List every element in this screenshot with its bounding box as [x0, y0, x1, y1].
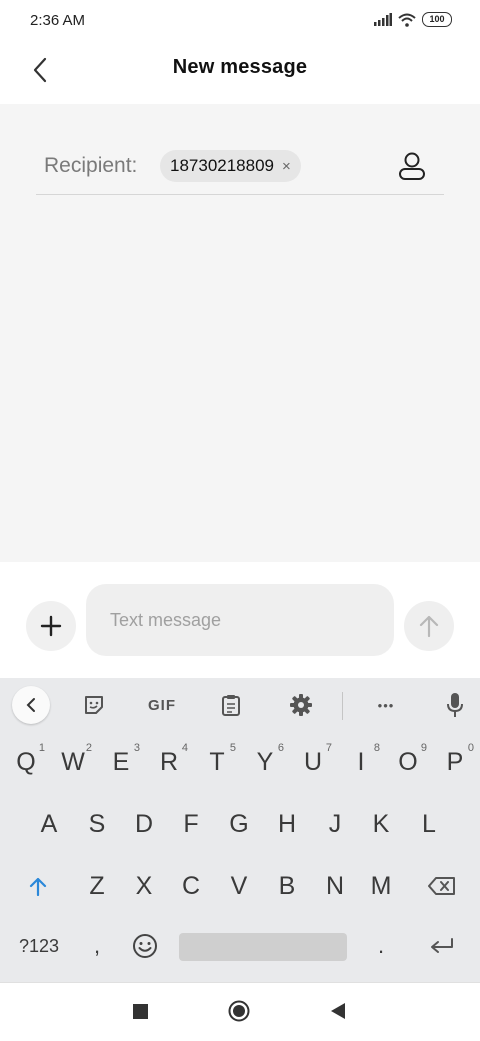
person-icon: [399, 152, 425, 180]
send-button[interactable]: [404, 601, 454, 651]
message-input[interactable]: [86, 584, 394, 656]
key-p[interactable]: P0: [432, 738, 478, 786]
emoji-icon: [133, 934, 157, 958]
key-y[interactable]: Y6: [242, 738, 288, 786]
recipient-chip-number: 18730218809: [170, 156, 275, 175]
key-v[interactable]: V: [216, 862, 262, 910]
signal-icon: [374, 13, 392, 26]
chip-remove-icon[interactable]: ×: [282, 158, 291, 175]
key-o[interactable]: O9: [385, 738, 431, 786]
key-h[interactable]: H: [264, 800, 310, 848]
sticker-button[interactable]: [74, 686, 114, 724]
clipboard-button[interactable]: [211, 686, 251, 724]
key-d[interactable]: D: [121, 800, 167, 848]
space-key[interactable]: [179, 933, 347, 961]
nav-back-button[interactable]: [330, 1002, 346, 1020]
key-b[interactable]: B: [264, 862, 310, 910]
shift-key[interactable]: [14, 862, 62, 910]
key-z[interactable]: Z: [74, 862, 120, 910]
shift-arrow-icon: [29, 877, 47, 896]
emoji-key[interactable]: [122, 922, 168, 970]
plus-icon: [40, 615, 62, 637]
key-s[interactable]: S: [74, 800, 120, 848]
battery-indicator: 100: [422, 12, 452, 27]
recents-button[interactable]: [133, 1004, 148, 1019]
enter-key[interactable]: [418, 922, 466, 970]
key-n[interactable]: N: [312, 862, 358, 910]
home-button[interactable]: [228, 1000, 250, 1022]
contacts-button[interactable]: [396, 150, 428, 182]
clipboard-icon: [222, 695, 240, 716]
wifi-icon: [398, 13, 416, 27]
gif-button[interactable]: GIF: [142, 686, 182, 724]
recipient-chip[interactable]: 18730218809 ×: [160, 150, 301, 182]
key-i[interactable]: I8: [338, 738, 384, 786]
chevron-left-icon: [26, 698, 35, 712]
status-time: 2:36 AM: [30, 12, 86, 29]
key-j[interactable]: J: [312, 800, 358, 848]
triangle-back-icon: [331, 1003, 345, 1019]
comma-key[interactable]: ,: [74, 922, 120, 970]
key-a[interactable]: A: [26, 800, 72, 848]
backspace-icon: [428, 877, 455, 895]
symbols-key[interactable]: ?123: [10, 922, 68, 970]
key-k[interactable]: K: [358, 800, 404, 848]
key-c[interactable]: C: [168, 862, 214, 910]
toolbar-divider: [342, 692, 343, 720]
recipient-label: Recipient:: [44, 154, 138, 177]
key-r[interactable]: R4: [146, 738, 192, 786]
attach-button[interactable]: [26, 601, 76, 651]
more-button[interactable]: •••: [366, 686, 406, 724]
recipient-row: Recipient: 18730218809 ×: [36, 138, 444, 195]
voice-input-button[interactable]: [435, 686, 475, 724]
microphone-icon: [447, 693, 463, 717]
key-e[interactable]: E3: [98, 738, 144, 786]
settings-button[interactable]: [281, 686, 321, 724]
key-l[interactable]: L: [406, 800, 452, 848]
home-circle-icon: [228, 1000, 250, 1022]
backspace-key[interactable]: [418, 862, 466, 910]
page-title: New message: [172, 56, 308, 78]
gear-icon: [290, 694, 312, 716]
key-q[interactable]: Q1: [3, 738, 49, 786]
key-g[interactable]: G: [216, 800, 262, 848]
enter-arrow-icon: [431, 938, 453, 953]
arrow-up-icon: [419, 615, 439, 638]
sticker-icon: [85, 696, 103, 714]
period-key[interactable]: .: [358, 922, 404, 970]
key-w[interactable]: W2: [50, 738, 96, 786]
key-t[interactable]: T5: [194, 738, 240, 786]
key-u[interactable]: U7: [290, 738, 336, 786]
status-icons: 100: [374, 12, 452, 27]
key-f[interactable]: F: [168, 800, 214, 848]
key-m[interactable]: M: [358, 862, 404, 910]
key-x[interactable]: X: [121, 862, 167, 910]
keyboard-collapse-button[interactable]: [12, 686, 50, 724]
